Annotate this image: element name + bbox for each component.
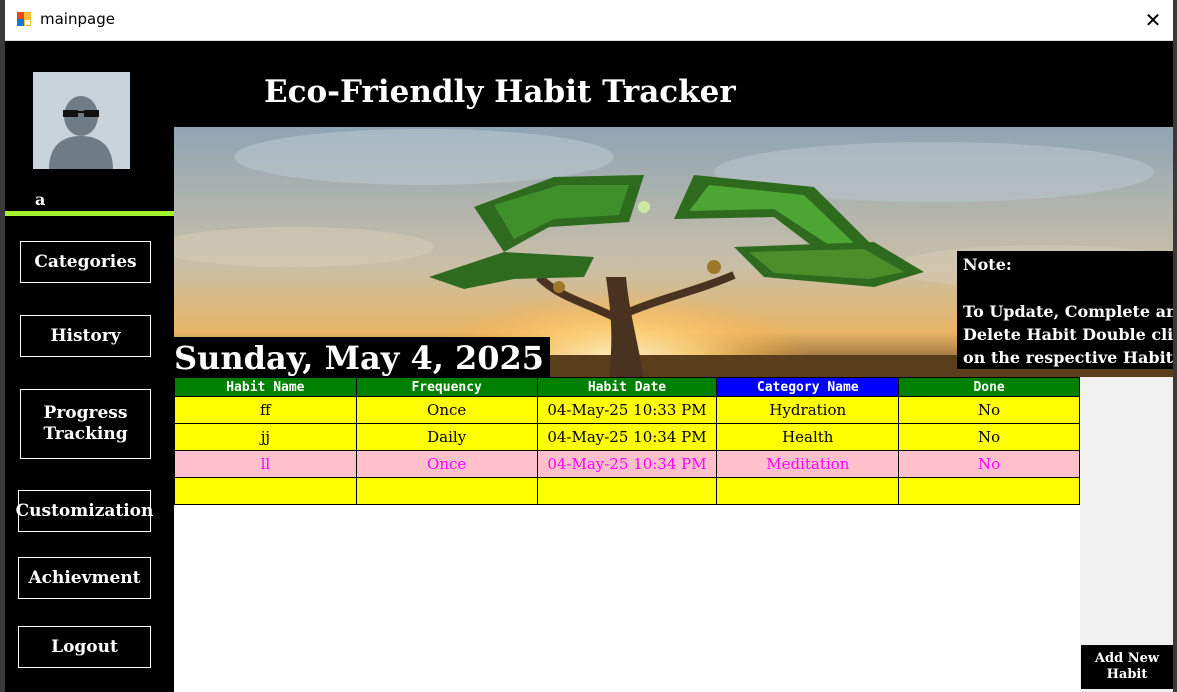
achievement-button[interactable]: Achievment [18, 557, 151, 599]
cell-done[interactable]: No [898, 396, 1080, 424]
cell-done[interactable]: No [898, 423, 1080, 451]
cell-habit-date[interactable]: 04-May-25 10:33 PM [536, 396, 718, 424]
app-title: Eco-Friendly Habit Tracker [264, 74, 736, 110]
note-line-2: Delete Habit Double click [963, 325, 1173, 344]
customization-button[interactable]: Customization [16, 490, 153, 532]
history-button[interactable]: History [20, 315, 151, 357]
close-icon: ✕ [1144, 8, 1162, 32]
current-date-label: Sunday, May 4, 2025 [174, 337, 551, 377]
close-button[interactable]: ✕ [1133, 0, 1173, 40]
cell-frequency[interactable]: Daily [355, 423, 538, 451]
cell-habit-name[interactable]: jj [174, 423, 357, 451]
user-sunglasses-avatar-icon [33, 72, 130, 169]
table-row[interactable]: jj Daily 04-May-25 10:34 PM Health No [174, 423, 1080, 451]
cell-habit-name[interactable]: ff [174, 396, 357, 424]
table-row[interactable]: ff Once 04-May-25 10:33 PM Hydration No [174, 396, 1080, 424]
user-avatar [33, 72, 130, 169]
cell-habit-date[interactable]: 04-May-25 10:34 PM [536, 423, 718, 451]
habits-grid[interactable]: Habit Name Frequency Habit Date Category… [174, 377, 1080, 692]
cell-frequency[interactable]: Once [355, 396, 538, 424]
column-header-habit-name[interactable]: Habit Name [174, 377, 357, 397]
note-title: Note: [963, 255, 1012, 274]
username-label: a [35, 190, 46, 209]
table-row-new[interactable] [174, 477, 1080, 505]
progress-tracking-button[interactable]: Progress Tracking [20, 389, 151, 459]
cell-category-name[interactable] [716, 477, 900, 505]
window-title: mainpage [40, 10, 115, 28]
cell-category-name[interactable]: Meditation [716, 450, 900, 478]
table-row[interactable]: ll Once 04-May-25 10:34 PM Meditation No [174, 450, 1080, 478]
logout-button[interactable]: Logout [18, 626, 151, 668]
table-header-row: Habit Name Frequency Habit Date Category… [174, 377, 1080, 397]
add-new-habit-button[interactable]: Add New Habit [1081, 645, 1173, 689]
note-line-3: on the respective Habit [963, 348, 1173, 367]
note-line-1: To Update, Complete and [963, 302, 1173, 321]
app-window-icon [16, 11, 32, 27]
categories-button[interactable]: Categories [20, 241, 151, 283]
cell-frequency[interactable]: Once [355, 450, 538, 478]
column-header-done[interactable]: Done [898, 377, 1080, 397]
main-window: mainpage ✕ a Categories History Progress… [5, 0, 1173, 692]
column-header-frequency[interactable]: Frequency [355, 377, 538, 397]
cell-frequency[interactable] [355, 477, 538, 505]
cell-habit-name[interactable]: ll [174, 450, 357, 478]
cell-done[interactable] [898, 477, 1080, 505]
cell-habit-date[interactable] [536, 477, 718, 505]
column-header-category-name[interactable]: Category Name [716, 377, 900, 397]
cell-done[interactable]: No [898, 450, 1080, 478]
cell-habit-date[interactable]: 04-May-25 10:34 PM [536, 450, 718, 478]
accent-divider [5, 211, 174, 216]
cell-habit-name[interactable] [174, 477, 357, 505]
note-panel: Note: To Update, Complete and Delete Hab… [957, 251, 1173, 369]
cell-category-name[interactable]: Health [716, 423, 900, 451]
cell-category-name[interactable]: Hydration [716, 396, 900, 424]
title-bar: mainpage ✕ [5, 0, 1173, 41]
column-header-habit-date[interactable]: Habit Date [536, 377, 718, 397]
habits-table: Habit Name Frequency Habit Date Category… [174, 377, 1080, 505]
